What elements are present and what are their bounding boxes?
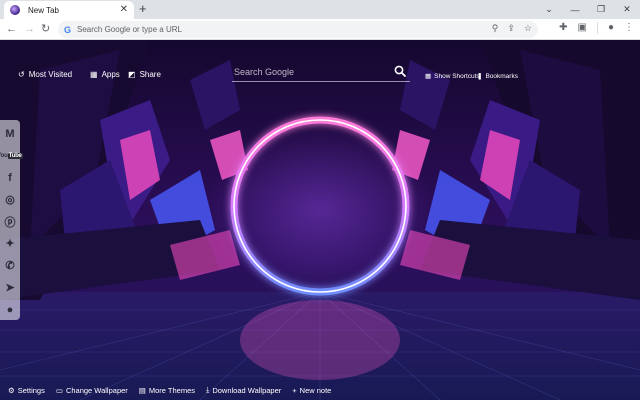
forward-button[interactable]: → (24, 22, 35, 36)
wallpaper (0, 40, 640, 400)
menu-icon[interactable]: ⋮ (624, 22, 634, 34)
change-wallpaper-button[interactable]: ▭ Change Wallpaper (56, 385, 128, 395)
download-wallpaper-button[interactable]: ⤓ Download Wallpaper (206, 385, 281, 395)
sidepanel-icon[interactable]: ▣ (578, 22, 587, 34)
history-icon: ↺ (18, 70, 25, 79)
window-controls: ⌄ — ❐ ✕ (536, 0, 640, 19)
more-themes-button[interactable]: ▤ More Themes (139, 385, 195, 395)
most-visited-link[interactable]: ↺ Most Visited (18, 70, 72, 79)
google-search-input[interactable] (234, 67, 384, 77)
new-note-button[interactable]: + New note (292, 385, 331, 395)
youtube-icon[interactable]: YouTube (0, 146, 23, 165)
settings-button[interactable]: ⚙ Settings (8, 385, 45, 395)
share-icon[interactable]: ⇪ (507, 23, 515, 34)
toolbar-divider (596, 22, 598, 34)
minimize-button[interactable]: — (562, 5, 588, 15)
address-bar[interactable]: G Search Google or type a URL ⚲ ⇪ ☆ (58, 21, 538, 38)
facebook-icon[interactable]: f (2, 168, 18, 187)
telegram-icon[interactable]: ➤ (2, 278, 18, 297)
bookmarks-label: Bookmarks (485, 72, 518, 80)
address-placeholder: Search Google or type a URL (77, 25, 182, 34)
bottom-bar: ⚙ Settings ▭ Change Wallpaper ▤ More The… (8, 385, 331, 395)
close-window-button[interactable]: ✕ (614, 4, 640, 15)
neon-ring-glow (230, 116, 410, 296)
share-box-icon: ◩ (128, 70, 136, 79)
search-icon[interactable] (394, 65, 406, 77)
show-shortcuts-link[interactable]: ▦ Show Shortcuts (425, 72, 480, 81)
change-wallpaper-label: Change Wallpaper (65, 385, 128, 395)
tab-new-tab[interactable]: New Tab ✕ (4, 1, 134, 19)
new-note-label: New note (299, 385, 332, 395)
tab-strip: New Tab ✕ + ⌄ — ❐ ✕ (0, 0, 640, 19)
back-button[interactable]: ← (6, 22, 17, 36)
gear-icon: ⚙ (8, 385, 15, 395)
more-themes-label: More Themes (148, 385, 196, 395)
google-search-box (232, 64, 410, 82)
image-icon: ▭ (55, 385, 63, 395)
zoom-icon[interactable]: ⚲ (492, 23, 499, 34)
tab-close-icon[interactable]: ✕ (120, 5, 128, 15)
social-sidebar: M YouTube f ◎ ⓟ ✦ ✆ ➤ ● (0, 120, 23, 320)
download-icon: ⤓ (206, 385, 210, 394)
download-wallpaper-label: Download Wallpaper (212, 385, 282, 395)
reload-button[interactable]: ↻ (41, 22, 50, 36)
plus-icon: + (292, 385, 297, 395)
profile-icon[interactable]: ● (608, 22, 614, 34)
apps-link[interactable]: ▦ Apps (90, 70, 120, 79)
maximize-button[interactable]: ❐ (588, 4, 614, 15)
reddit-icon[interactable]: ● (2, 300, 18, 319)
floor-reflection (240, 300, 400, 380)
bookmark-icon: ❚ (477, 73, 483, 80)
apps-label: Apps (101, 70, 120, 79)
pinterest-icon[interactable]: ⓟ (2, 212, 18, 231)
theme-favicon-icon (10, 5, 20, 15)
tab-search-icon[interactable]: ⌄ (536, 4, 562, 15)
bookmarks-link[interactable]: ❚ Bookmarks (477, 72, 518, 81)
whatsapp-icon[interactable]: ✆ (2, 256, 18, 275)
most-visited-label: Most Visited (28, 70, 73, 79)
shortcuts-grid-icon: ▦ (425, 73, 432, 80)
instagram-icon[interactable]: ◎ (2, 190, 18, 209)
settings-label: Settings (17, 385, 45, 395)
star-icon[interactable]: ☆ (524, 23, 532, 34)
share-link[interactable]: ◩ Share (128, 70, 161, 79)
apps-grid-icon: ▦ (90, 70, 98, 79)
tab-title: New Tab (28, 5, 59, 15)
gmail-icon[interactable]: M (2, 124, 18, 143)
share-label: Share (139, 70, 161, 79)
themes-icon: ▤ (138, 385, 146, 395)
new-tab-page: ↺ Most Visited ▦ Apps ◩ Share ▦ Show Sho… (0, 40, 640, 400)
left-crystals (0, 40, 248, 300)
show-shortcuts-label: Show Shortcuts (434, 72, 480, 80)
google-icon: G (64, 24, 72, 35)
browser-toolbar: ← → ↻ G Search Google or type a URL ⚲ ⇪ … (0, 19, 640, 40)
extensions-icon[interactable]: ✚ (559, 22, 567, 34)
twitter-icon[interactable]: ✦ (2, 234, 18, 253)
new-tab-button[interactable]: + (139, 2, 147, 16)
